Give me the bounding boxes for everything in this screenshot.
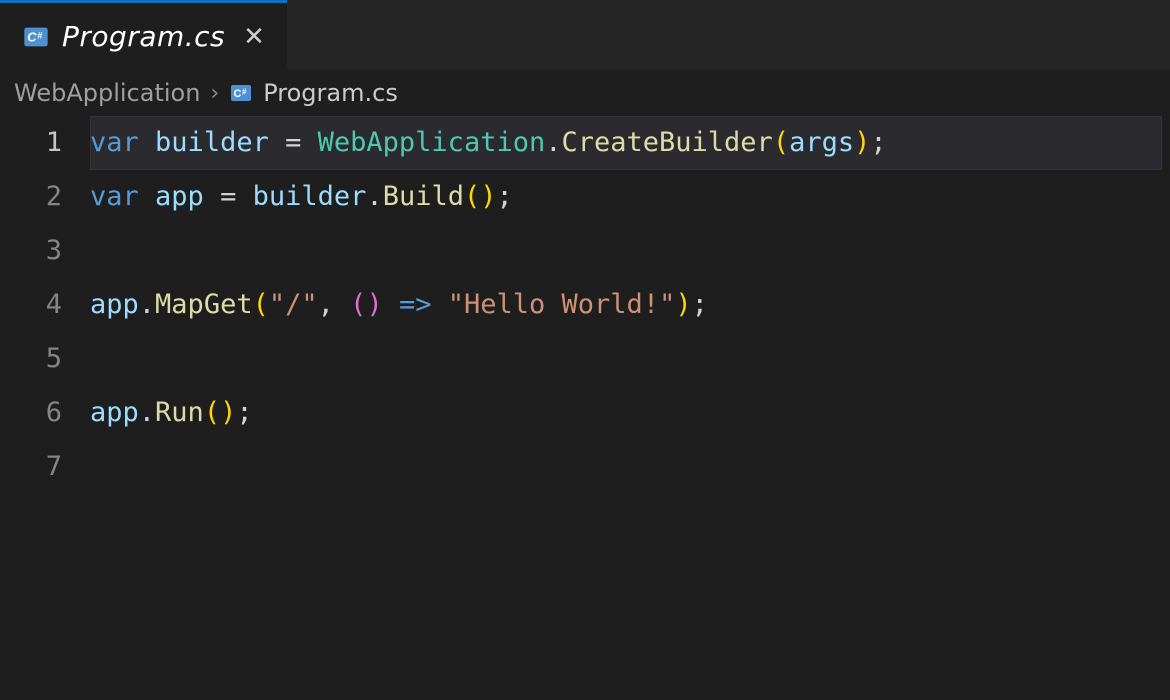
csharp-file-icon: C#	[22, 23, 50, 51]
code-line[interactable]	[90, 224, 1162, 278]
line-number: 6	[0, 386, 62, 440]
code-line[interactable]	[90, 440, 1162, 494]
svg-text:#: #	[37, 30, 43, 40]
line-number: 3	[0, 224, 62, 278]
close-icon[interactable]: ✕	[237, 22, 265, 52]
tab-bar: C# Program.cs ✕	[0, 0, 1170, 70]
svg-text:C: C	[27, 29, 37, 44]
line-number: 2	[0, 170, 62, 224]
line-number: 1	[0, 116, 62, 170]
code-line[interactable]: var app = builder.Build();	[90, 170, 1162, 224]
code-line[interactable]: app.Run();	[90, 386, 1162, 440]
tab-program-cs[interactable]: C# Program.cs ✕	[0, 0, 287, 70]
tab-filename: Program.cs	[62, 20, 225, 53]
svg-text:#: #	[242, 88, 247, 97]
breadcrumb: WebApplication › C# Program.cs	[0, 70, 1170, 116]
line-number: 7	[0, 440, 62, 494]
code-area[interactable]: var builder = WebApplication.CreateBuild…	[90, 116, 1170, 494]
csharp-file-icon: C#	[229, 81, 253, 105]
line-number: 5	[0, 332, 62, 386]
code-line[interactable]: app.MapGet("/", () => "Hello World!");	[90, 278, 1162, 332]
code-editor[interactable]: 1234567 var builder = WebApplication.Cre…	[0, 116, 1170, 494]
breadcrumb-item-file[interactable]: Program.cs	[263, 79, 398, 107]
code-line[interactable]: var builder = WebApplication.CreateBuild…	[90, 116, 1162, 170]
breadcrumb-item-project[interactable]: WebApplication	[14, 79, 200, 107]
line-number-gutter: 1234567	[0, 116, 90, 494]
line-number: 4	[0, 278, 62, 332]
svg-text:C: C	[234, 88, 242, 100]
code-line[interactable]	[90, 332, 1162, 386]
chevron-right-icon: ›	[210, 81, 219, 106]
